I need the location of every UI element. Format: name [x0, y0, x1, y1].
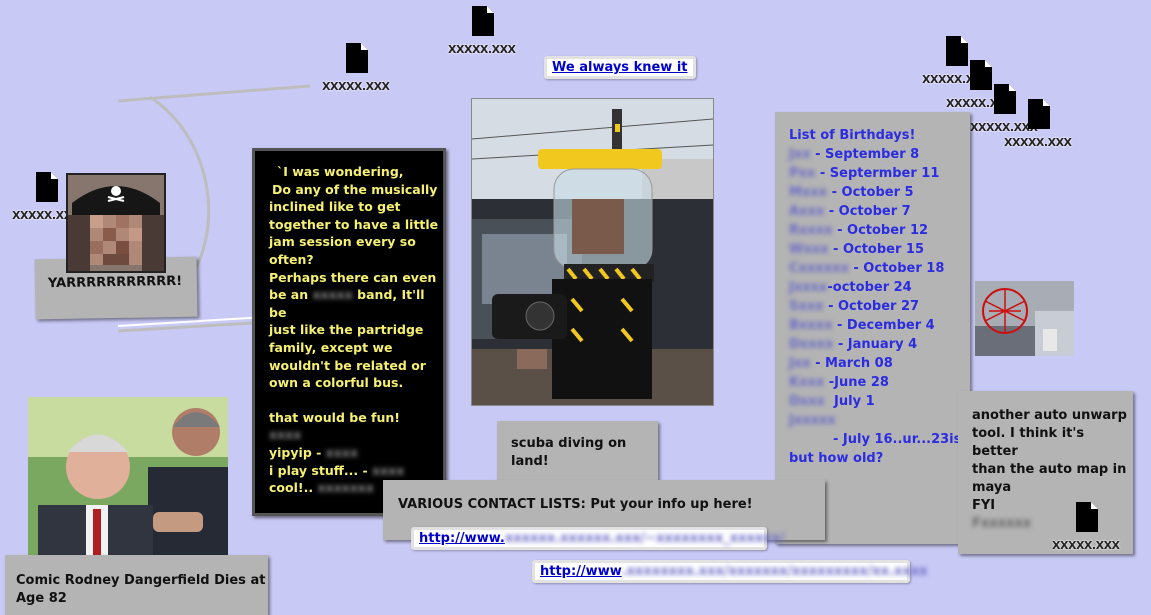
rodney-caption-note[interactable]: Comic Rodney Dangerfield Dies at Age 82 [5, 555, 268, 615]
pirate-avatar[interactable] [66, 173, 166, 273]
birthday-entry: July 1 [834, 394, 875, 409]
note-line: `I was wondering, [277, 164, 404, 179]
note-line: just like the partridge [269, 322, 424, 338]
note-line: family, except we [269, 339, 393, 355]
note-line: cool!.. [269, 480, 314, 496]
birthdays-title: List of Birthdays! [789, 128, 916, 143]
document-icon[interactable] [946, 36, 968, 66]
scuba-note[interactable]: scuba diving on land! [497, 421, 658, 481]
note-line: yipyip - [269, 444, 322, 460]
auto-unwrap-note[interactable]: another auto unwarp tool. I think it's b… [958, 391, 1133, 554]
note-line: i play stuff... - [269, 462, 368, 478]
note-line: maya [972, 480, 1012, 495]
birthday-entry: - July 16..ur...23ish [833, 432, 971, 447]
document-icon[interactable] [994, 84, 1016, 114]
document-icon-label: XXXXX.XXX [322, 80, 390, 93]
contact-title: VARIOUS CONTACT LISTS: Put your info up … [398, 497, 753, 512]
contact-link-1[interactable]: http://www.xxxxxx.xxxxxx.xxx/~xxxxxxxx_x… [411, 527, 785, 550]
birthday-entry: - October 12 [837, 223, 929, 238]
note-line: inclined like to get [269, 199, 401, 215]
note-line: be an [269, 287, 309, 303]
birthday-entry: but how old? [789, 451, 884, 466]
document-icon-label: XXXXX.XXX [448, 43, 516, 56]
note-line: jam session every so [269, 234, 416, 250]
document-icon-label: XXXXX.XXX [1052, 539, 1120, 552]
note-line: than the auto map in [972, 462, 1127, 477]
birthday-entry: - October 27 [828, 299, 920, 314]
birthday-entry: - December 4 [836, 318, 935, 333]
birthday-entry: - September 8 [815, 147, 920, 162]
jam-session-note[interactable]: `I was wondering, Do any of the musicall… [252, 148, 446, 516]
note-line: wouldn't be related or [269, 357, 426, 373]
we-always-knew-it-link[interactable]: We always knew it [544, 56, 696, 79]
birthday-entry: - October 7 [828, 204, 911, 219]
document-icon[interactable] [472, 6, 494, 36]
birthday-entry: - March 08 [815, 356, 893, 371]
unwrap-thumbnail[interactable] [975, 281, 1074, 356]
birthday-entry: - January 4 [837, 337, 918, 352]
note-line: tool. I think it's better [972, 426, 1085, 459]
document-icon[interactable] [1028, 99, 1050, 129]
document-icon[interactable] [346, 43, 368, 73]
rodney-photo[interactable] [28, 397, 228, 556]
pirate-caption: YARRRRRRRRRRR! [47, 273, 183, 292]
note-line: that would be fun! [269, 409, 400, 425]
birthday-entry: - October 18 [853, 261, 945, 276]
note-line: FYI [972, 498, 996, 513]
document-icon[interactable] [36, 172, 58, 202]
note-line: own a colorful bus. [269, 375, 404, 391]
birthday-entry: -october 24 [827, 280, 912, 295]
note-line: together to have a little [269, 216, 439, 232]
scuba-photo[interactable] [471, 98, 714, 406]
scuba-caption: scuba diving on land! [511, 436, 627, 469]
birthday-entry: - October 15 [833, 242, 925, 257]
document-icon[interactable] [1076, 502, 1098, 532]
document-icon-label: XXXXX.XXX [1004, 136, 1072, 149]
document-icon[interactable] [970, 60, 992, 90]
rodney-caption: Age 82 [16, 591, 67, 606]
rodney-caption: Comic Rodney Dangerfield Dies at [16, 573, 266, 588]
note-line: often? [269, 251, 314, 267]
birthday-entry: - Septermber 11 [819, 166, 940, 181]
note-line: another auto unwarp [972, 408, 1127, 423]
contact-link-2[interactable]: http://www.xxxxxxxx.xxx/xxxxxxx/xxxxxxxx… [532, 560, 928, 583]
birthday-entry: -June 28 [828, 375, 889, 390]
note-line: Do any of the musically [272, 181, 438, 197]
birthday-entry: - October 5 [831, 185, 914, 200]
note-line: Perhaps there can even [269, 269, 437, 285]
